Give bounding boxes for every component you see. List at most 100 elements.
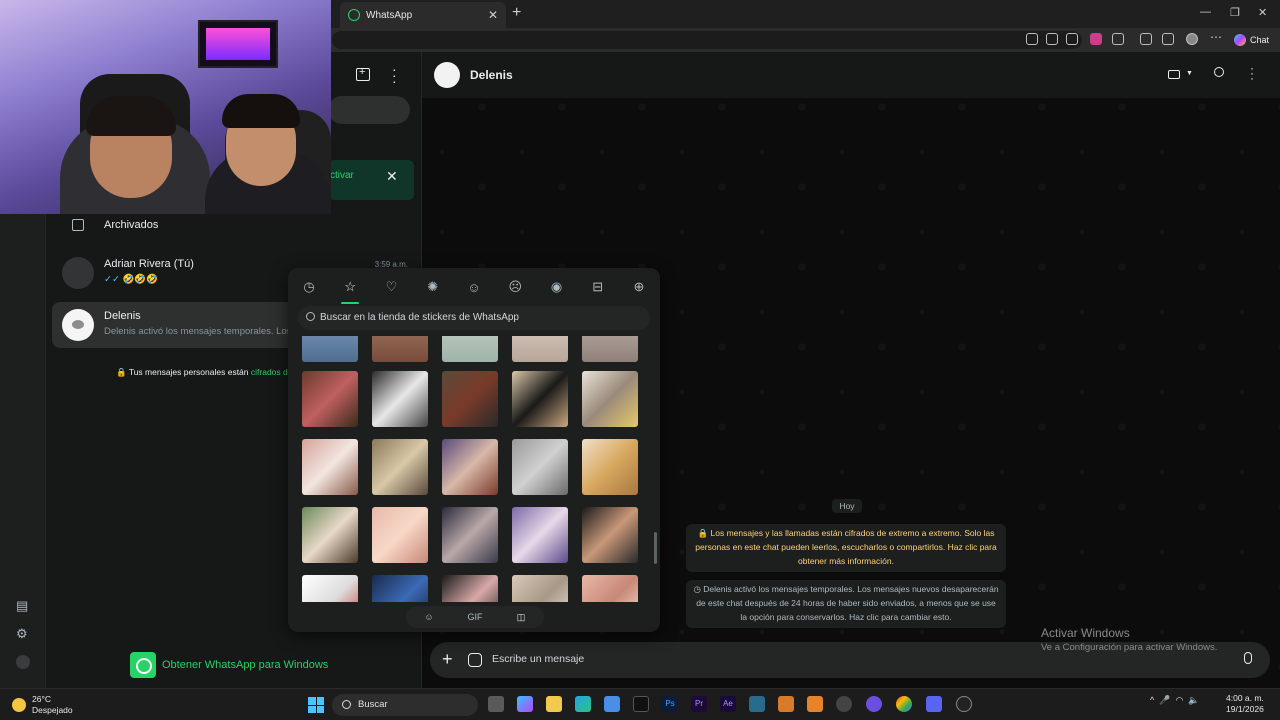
discord-icon[interactable]: [926, 696, 942, 712]
sticker-item[interactable]: [302, 336, 358, 362]
copilot-chat-button[interactable]: Chat: [1230, 31, 1276, 49]
sticker-item[interactable]: [442, 336, 498, 362]
sticker-item[interactable]: [442, 507, 498, 563]
sticker-item[interactable]: [582, 575, 638, 602]
sticker-item[interactable]: [372, 439, 428, 495]
app-icon[interactable]: [778, 696, 794, 712]
after-effects-icon[interactable]: Ae: [720, 696, 736, 712]
angry-icon[interactable]: ◉: [546, 276, 568, 298]
app-icon[interactable]: [836, 696, 852, 712]
sticker-item[interactable]: [442, 575, 498, 602]
profile-avatar-icon[interactable]: [1186, 33, 1198, 45]
sticker-item[interactable]: [372, 575, 428, 602]
sticker-item[interactable]: [442, 439, 498, 495]
sticker-item[interactable]: [512, 336, 568, 362]
media-player-icon[interactable]: [956, 696, 972, 712]
sad-icon[interactable]: ☹: [504, 276, 526, 298]
sticker-item[interactable]: [302, 507, 358, 563]
gift-icon[interactable]: ⊟: [587, 276, 609, 298]
sticker-item[interactable]: [582, 336, 638, 362]
sticker-item[interactable]: [372, 371, 428, 427]
add-icon[interactable]: ⊕: [628, 276, 650, 298]
notification-banner[interactable]: ctivar ✕: [328, 160, 414, 200]
emoji-tab-icon[interactable]: ☺: [406, 606, 452, 628]
task-view-icon[interactable]: [488, 696, 504, 712]
sticker-item[interactable]: [302, 439, 358, 495]
edge-icon[interactable]: [575, 696, 591, 712]
happy-icon[interactable]: ☺: [463, 276, 485, 298]
sticker-item[interactable]: [582, 439, 638, 495]
message-input[interactable]: Escribe un mensaje: [492, 653, 584, 665]
sticker-item[interactable]: [582, 371, 638, 427]
search-icon[interactable]: [1214, 67, 1224, 77]
app-icon[interactable]: [866, 696, 882, 712]
conversation-header[interactable]: Delenis ▼ · · ·: [422, 52, 1280, 98]
restore-icon[interactable]: ❐: [1230, 6, 1240, 19]
browser-menu-icon[interactable]: ⋯: [1210, 30, 1222, 44]
close-window-icon[interactable]: ✕: [1258, 6, 1267, 19]
sticker-item[interactable]: [372, 507, 428, 563]
sticker-item[interactable]: [302, 371, 358, 427]
sticker-item[interactable]: [582, 507, 638, 563]
new-chat-icon[interactable]: [356, 66, 370, 81]
sticker-tab-icon[interactable]: ◫: [498, 606, 544, 628]
get-whatsapp-promo[interactable]: Obtener WhatsApp para Windows: [130, 652, 328, 678]
sticker-item[interactable]: [442, 371, 498, 427]
profile-icon[interactable]: [16, 655, 30, 669]
file-explorer-icon[interactable]: [546, 696, 562, 712]
sticker-item[interactable]: [372, 336, 428, 362]
tiktok-icon[interactable]: [633, 696, 649, 712]
video-call-icon[interactable]: [1168, 70, 1180, 79]
sticker-item[interactable]: [302, 575, 358, 602]
read-aloud-icon[interactable]: [1046, 33, 1058, 45]
media-library-icon[interactable]: ▤: [16, 598, 30, 613]
microphone-icon[interactable]: 🎤: [1159, 695, 1170, 705]
contact-name[interactable]: Delenis: [470, 68, 513, 82]
close-notification-icon[interactable]: ✕: [386, 168, 398, 185]
address-bar[interactable]: [332, 31, 1082, 49]
wifi-icon[interactable]: ◠: [1175, 695, 1183, 705]
microphone-icon[interactable]: [1244, 652, 1252, 664]
volume-icon[interactable]: 🔈: [1188, 695, 1199, 705]
chat-search-input[interactable]: [328, 96, 410, 124]
weather-widget[interactable]: 26°C Despejado: [12, 694, 73, 716]
tab-close-icon[interactable]: ✕: [488, 8, 498, 22]
list-menu-icon[interactable]: · · ·: [392, 62, 397, 88]
apps-icon[interactable]: [1026, 33, 1038, 45]
chevron-up-icon[interactable]: ^: [1150, 695, 1154, 705]
sticker-item[interactable]: [512, 575, 568, 602]
system-clock[interactable]: 4:00 a. m. 19/1/2026: [1226, 693, 1264, 715]
settings-gear-icon[interactable]: ⚙: [16, 626, 30, 641]
app-icon[interactable]: [807, 696, 823, 712]
sticker-item[interactable]: [512, 439, 568, 495]
sticker-item[interactable]: [512, 371, 568, 427]
taskbar-search[interactable]: Buscar: [332, 694, 478, 716]
new-tab-icon[interactable]: +: [512, 4, 521, 22]
store-icon[interactable]: [604, 696, 620, 712]
minimize-icon[interactable]: —: [1200, 6, 1211, 18]
temporary-messages-system-message[interactable]: ◷ Delenis activó los mensajes temporales…: [686, 580, 1006, 628]
extension-icon[interactable]: [1090, 33, 1102, 45]
chrome-icon[interactable]: [896, 696, 912, 712]
tab-whatsapp[interactable]: WhatsApp ✕: [340, 2, 506, 28]
split-screen-icon[interactable]: [1140, 33, 1152, 45]
contact-avatar[interactable]: [434, 62, 460, 88]
conversation-menu-icon[interactable]: · · ·: [1250, 62, 1254, 84]
windows-start-icon[interactable]: [308, 697, 324, 713]
photoshop-icon[interactable]: Ps: [662, 696, 678, 712]
chevron-down-icon[interactable]: ▼: [1186, 70, 1193, 77]
vscode-icon[interactable]: [749, 696, 765, 712]
sticker-search-input[interactable]: Buscar en la tienda de stickers de Whats…: [298, 306, 650, 330]
encryption-system-message[interactable]: 🔒 Los mensajes y las llamadas están cifr…: [686, 524, 1006, 572]
celebrate-icon[interactable]: ✺: [422, 276, 444, 298]
extensions-puzzle-icon[interactable]: [1112, 33, 1124, 45]
gif-tab[interactable]: GIF: [452, 606, 498, 628]
favorites-icon[interactable]: [1162, 33, 1174, 45]
sticker-scrollbar[interactable]: [654, 532, 657, 564]
system-tray[interactable]: ^ 🎤 ◠ 🔈: [1150, 695, 1200, 706]
sticker-item[interactable]: [512, 507, 568, 563]
recent-icon[interactable]: ◷: [298, 276, 320, 298]
premiere-icon[interactable]: Pr: [691, 696, 707, 712]
favorite-star-icon[interactable]: [1066, 33, 1078, 45]
favorites-icon[interactable]: ☆: [339, 276, 361, 304]
